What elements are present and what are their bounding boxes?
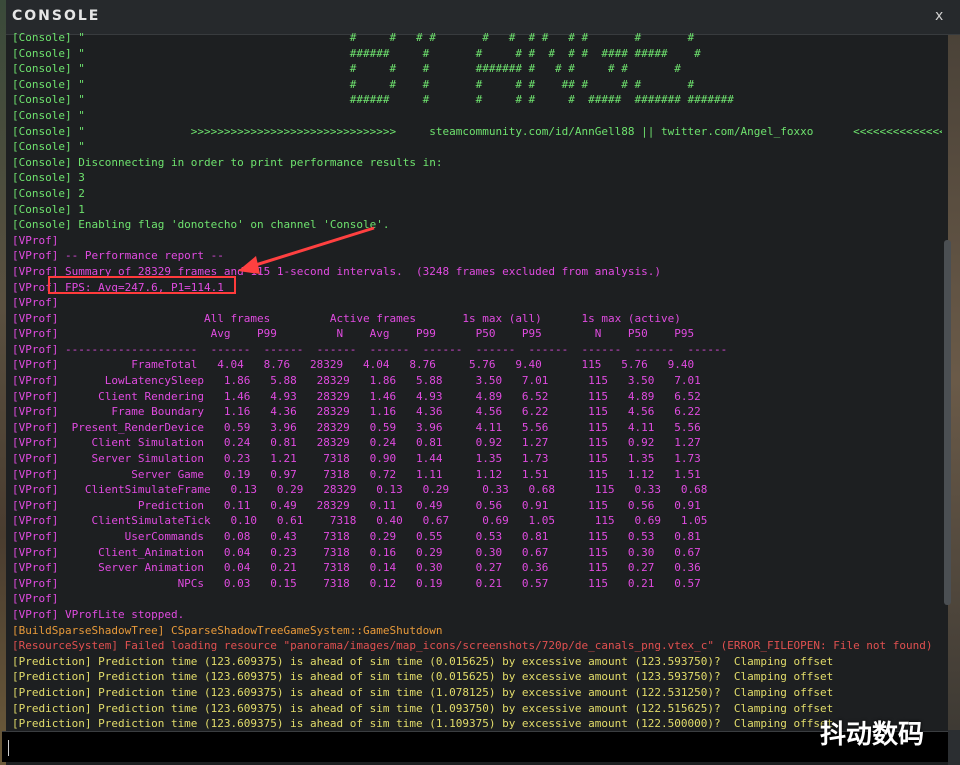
annotation-arrow-icon [238, 226, 375, 274]
console-window: CONSOLE x [Console] " # # # # # # # # # … [6, 0, 960, 765]
input-caret [8, 740, 9, 756]
watermark: 抖动数码 [820, 720, 925, 750]
console-input[interactable] [2, 731, 948, 762]
